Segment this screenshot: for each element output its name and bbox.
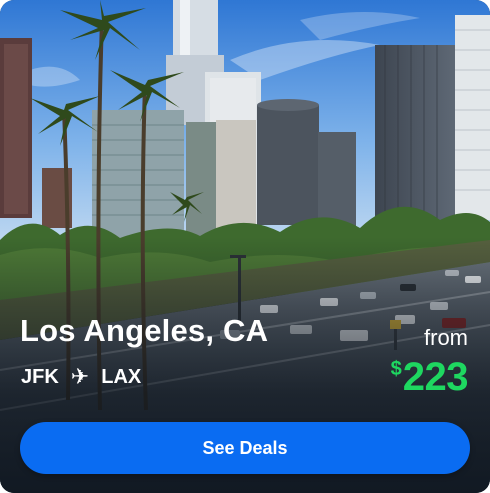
arrival-airport-code: LAX xyxy=(101,366,142,388)
photo-overlay xyxy=(0,0,490,493)
price: $ 223 xyxy=(390,354,469,400)
price-amount: 223 xyxy=(402,355,469,399)
airplane-icon: ✈ xyxy=(70,364,90,390)
see-deals-button[interactable]: See Deals xyxy=(20,422,470,474)
origin-airport-code: JFK xyxy=(21,366,59,388)
price-prefix: from xyxy=(424,325,468,350)
destination-city: Los Angeles, CA xyxy=(20,313,269,348)
price-currency: $ xyxy=(390,358,402,380)
destination-card[interactable]: Los Angeles, CA JFK ✈ LAX from $ 223 See… xyxy=(0,0,490,493)
flight-route: JFK ✈ LAX xyxy=(21,366,141,389)
